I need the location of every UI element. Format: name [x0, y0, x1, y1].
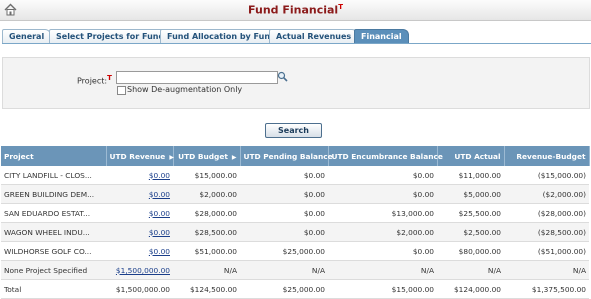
column-header-utd-encumbrance-balance[interactable]: UTD Encumbrance Balance [328, 146, 443, 166]
cell-utd-budget: $15,000.00 [173, 166, 240, 185]
tab-general[interactable]: General [2, 29, 52, 43]
tab-bar: General Select Projects for Fund Fund Al… [2, 29, 591, 44]
table-row: SAN EDUARDO ESTAT... $0.00 $28,000.00 $0… [1, 203, 589, 223]
title-mark: T [338, 3, 343, 11]
cell-utd-budget: $51,000.00 [173, 241, 240, 261]
utd-revenue-link[interactable]: $0.00 [149, 171, 170, 180]
cell-utd-encumbrance: N/A [328, 260, 437, 280]
cell-utd-encumbrance: $0.00 [328, 166, 437, 185]
sort-arrow-icon: ▶ [231, 153, 237, 161]
cell-revenue-budget: N/A [504, 260, 589, 280]
cell-project: GREEN BUILDING DEM... [1, 184, 106, 204]
cell-utd-encumbrance: $0.00 [328, 241, 437, 261]
cell-total-utd-encumbrance: $15,000.00 [328, 279, 437, 299]
cell-revenue-budget: ($28,000.00) [504, 203, 589, 223]
cell-total-utd-budget: $124,500.00 [173, 279, 240, 299]
cell-utd-budget: $2,000.00 [173, 184, 240, 204]
column-header-utd-pending-balance[interactable]: UTD Pending Balance [240, 146, 333, 166]
search-button[interactable]: Search [265, 123, 322, 138]
cell-utd-actual: $2,500.00 [437, 222, 504, 242]
cell-revenue-budget: ($51,000.00) [504, 241, 589, 261]
cell-utd-pending: $0.00 [240, 203, 328, 223]
cell-project: WAGON WHEEL INDU... [1, 222, 106, 242]
search-icon[interactable] [277, 71, 288, 82]
table-header-row: Project UTD Revenue ▶ UTD Budget ▶ UTD Pen… [1, 146, 590, 166]
utd-revenue-link[interactable]: $0.00 [149, 228, 170, 237]
table-row: WAGON WHEEL INDU... $0.00 $28,500.00 $0.… [1, 222, 589, 242]
cell-utd-actual: $25,500.00 [437, 203, 504, 223]
cell-utd-actual: $80,000.00 [437, 241, 504, 261]
cell-project: None Project Specified [1, 260, 106, 280]
cell-utd-budget: $28,500.00 [173, 222, 240, 242]
cell-revenue-budget: ($15,000.00) [504, 166, 589, 185]
cell-project: WILDHORSE GOLF CO... [1, 241, 106, 261]
cell-utd-pending: $0.00 [240, 184, 328, 204]
cell-utd-encumbrance: $13,000.00 [328, 203, 437, 223]
project-input[interactable] [116, 71, 278, 84]
cell-revenue-budget: ($28,500.00) [504, 222, 589, 242]
column-header-utd-revenue[interactable]: UTD Revenue ▶ [106, 146, 174, 166]
tab-fund-allocation-by-fund[interactable]: Fund Allocation by Fund [160, 29, 283, 43]
cell-utd-pending: N/A [240, 260, 328, 280]
table-row: None Project Specified $1,500,000.00 N/A… [1, 260, 589, 280]
utd-revenue-link[interactable]: $0.00 [149, 209, 170, 218]
cell-utd-actual: $5,000.00 [437, 184, 504, 204]
tab-select-projects-for-fund[interactable]: Select Projects for Fund [49, 29, 172, 43]
column-header-project[interactable]: Project [1, 146, 107, 166]
deaugmentation-label: Show De-augmentation Only [127, 85, 243, 94]
cell-utd-actual: N/A [437, 260, 504, 280]
cell-revenue-budget: ($2,000.00) [504, 184, 589, 204]
cell-utd-actual: $11,000.00 [437, 166, 504, 185]
table-row: CITY LANDFILL - CLOS... $0.00 $15,000.00… [1, 166, 589, 185]
cell-utd-budget: $28,000.00 [173, 203, 240, 223]
cell-total-revenue-budget: $1,375,500.00 [504, 279, 589, 299]
cell-utd-pending: $0.00 [240, 222, 328, 242]
results-table: Project UTD Revenue ▶ UTD Budget ▶ UTD Pen… [1, 146, 590, 299]
utd-revenue-link[interactable]: $0.00 [149, 247, 170, 256]
cell-utd-encumbrance: $0.00 [328, 184, 437, 204]
deaugmentation-checkbox[interactable] [117, 86, 126, 95]
project-label: Project:T [77, 74, 112, 86]
column-header-utd-budget[interactable]: UTD Budget ▶ [173, 146, 241, 166]
cell-total-utd-revenue: $1,500,000.00 [106, 279, 173, 299]
cell-total-utd-pending: $25,000.00 [240, 279, 328, 299]
cell-total-label: Total [1, 279, 106, 299]
cell-total-utd-actual: $124,000.00 [437, 279, 504, 299]
utd-revenue-link[interactable]: $0.00 [149, 190, 170, 199]
cell-utd-pending: $0.00 [240, 166, 328, 185]
cell-utd-budget: N/A [173, 260, 240, 280]
table-total-row: Total $1,500,000.00 $124,500.00 $25,000.… [1, 279, 589, 299]
tab-actual-revenues[interactable]: Actual Revenues [269, 29, 359, 43]
cell-utd-encumbrance: $2,000.00 [328, 222, 437, 242]
tab-financial[interactable]: Financial [354, 29, 409, 43]
table-row: GREEN BUILDING DEM... $0.00 $2,000.00 $0… [1, 184, 589, 204]
title-bar: Fund FinancialT [0, 0, 591, 21]
cell-utd-pending: $25,000.00 [240, 241, 328, 261]
page-title: Fund FinancialT [248, 3, 343, 17]
sort-arrow-icon: ▶ [169, 153, 174, 161]
column-header-utd-actual[interactable]: UTD Actual [437, 146, 505, 166]
column-header-revenue-budget[interactable]: Revenue-Budget [504, 146, 590, 166]
cell-project: CITY LANDFILL - CLOS... [1, 166, 106, 185]
cell-project: SAN EDUARDO ESTAT... [1, 203, 106, 223]
utd-revenue-link[interactable]: $1,500,000.00 [116, 266, 170, 275]
table-row: WILDHORSE GOLF CO... $0.00 $51,000.00 $2… [1, 241, 589, 261]
required-mark: T [107, 74, 112, 82]
